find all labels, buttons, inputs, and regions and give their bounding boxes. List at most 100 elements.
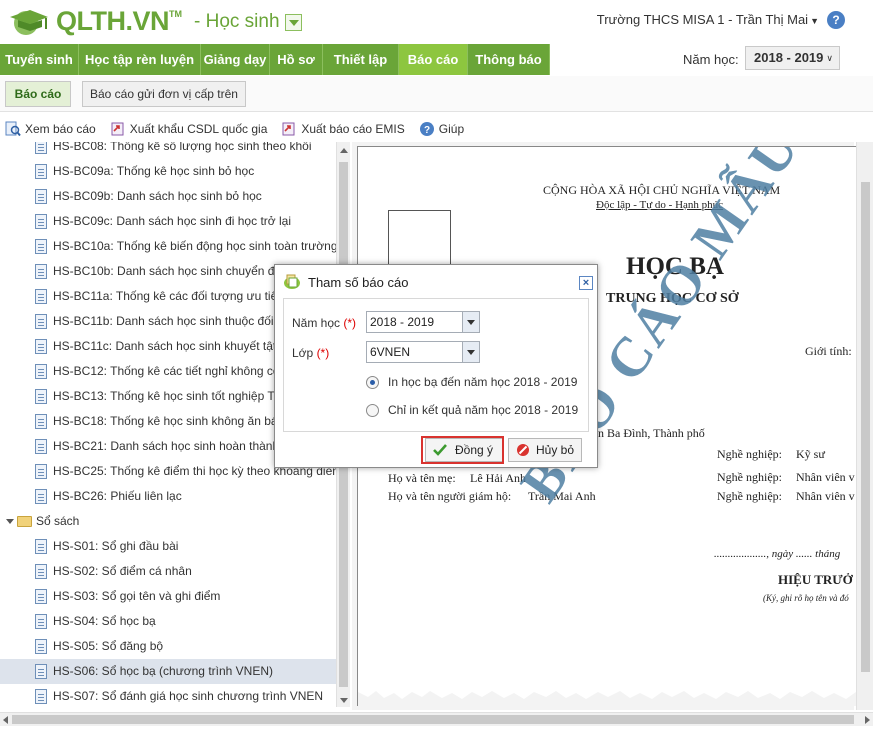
cancel-icon (517, 444, 529, 456)
tree-item[interactable]: HS-S01: Sổ ghi đầu bài (0, 534, 336, 559)
chevron-down-icon[interactable] (462, 312, 479, 332)
tree-item[interactable]: HS-BC09a: Thống kê học sinh bỏ học (0, 159, 336, 184)
logo-trademark: TM (169, 8, 182, 19)
close-icon[interactable]: × (579, 276, 593, 290)
dialog-body: Năm học (*) 2018 - 2019 Lớp (*) 6VNEN In… (283, 298, 589, 432)
torn-edge (358, 691, 873, 706)
tree-item[interactable]: HS-S06: Sổ học bạ (chương trình VNEN) (0, 659, 336, 684)
tree-item[interactable]: HS-BC09c: Danh sách học sinh đi học trở … (0, 209, 336, 234)
preview-scrollbar[interactable] (856, 142, 873, 710)
job-value-3: Nhân viên v (796, 489, 855, 503)
document-icon (35, 539, 47, 554)
tree-folder-label: Sổ sách (36, 514, 80, 528)
year-label: Năm học: (683, 52, 739, 67)
report-toolbar: Xem báo cáo Xuất khẩu CSDL quốc gia Xuất… (0, 116, 873, 142)
scroll-right-icon[interactable] (865, 716, 870, 724)
job-label-1: Nghề nghiệp: (717, 447, 782, 461)
tab-2[interactable]: Giảng dạy (201, 44, 270, 75)
help-button[interactable]: ? Giúp (419, 121, 464, 137)
tree-item-label: HS-BC09b: Danh sách học sinh bỏ học (53, 189, 262, 203)
export-csdl-button[interactable]: Xuất khẩu CSDL quốc gia (110, 121, 267, 137)
chevron-down-icon[interactable] (462, 342, 479, 362)
scroll-up-icon[interactable] (340, 148, 348, 153)
svg-text:?: ? (424, 125, 430, 136)
year-field-label-text: Năm học (292, 316, 341, 330)
tree-item-label: HS-S03: Sổ gọi tên và ghi điểm (53, 589, 221, 603)
tree-item[interactable]: HS-S07: Sổ đánh giá học sinh chương trìn… (0, 684, 336, 707)
gender-label: Giới tính: (805, 344, 852, 358)
document-icon (35, 214, 47, 229)
horizontal-scrollbar[interactable] (0, 712, 873, 726)
ok-button-highlight (421, 436, 504, 464)
tree-folder[interactable]: Sổ sách (0, 509, 336, 534)
year-combo[interactable]: 2018 - 2019 (366, 311, 480, 333)
tree-item-label: HS-BC10a: Thống kê biến động học sinh to… (53, 239, 336, 253)
app-header: QLTH.VN TM - Học sinh Trường THCS MISA 1… (0, 0, 873, 42)
tree-item[interactable]: HS-S04: Sổ học bạ (0, 609, 336, 634)
dialog-title: Tham số báo cáo (308, 275, 409, 290)
send-report-button[interactable]: Báo cáo gửi đơn vị cấp trên (82, 81, 246, 107)
job-value-2: Nhân viên v (796, 470, 855, 484)
document-icon (35, 364, 47, 379)
class-combo[interactable]: 6VNEN (366, 341, 480, 363)
year-select-value: 2018 - 2019 (754, 50, 824, 65)
user-menu[interactable]: Trường THCS MISA 1 - Trần Thị Mai ▼ (597, 12, 819, 27)
class-combo-value: 6VNEN (370, 345, 411, 359)
role-label: - Học sinh (194, 10, 280, 32)
user-name: Trường THCS MISA 1 - Trần Thị Mai (596, 12, 809, 27)
tab-4[interactable]: Thiết lập (323, 44, 399, 75)
export-emis-label: Xuất báo cáo EMIS (301, 122, 405, 136)
tree-item[interactable]: HS-BC26: Phiếu liên lạc (0, 484, 336, 509)
tree-item[interactable]: HS-S05: Sổ đăng bộ (0, 634, 336, 659)
scroll-down-icon[interactable] (340, 698, 348, 703)
tree-item-label: HS-BC09a: Thống kê học sinh bỏ học (53, 164, 255, 178)
tree-item-label: HS-S01: Sổ ghi đầu bài (53, 539, 179, 553)
tree-item[interactable]: HS-BC09b: Danh sách học sinh bỏ học (0, 184, 336, 209)
tree-item-label: HS-BC13: Thống kê học sinh tốt nghiệp TH… (53, 389, 301, 403)
help-icon[interactable]: ? (827, 11, 845, 29)
tree-item[interactable]: HS-S02: Sổ điểm cá nhân (0, 559, 336, 584)
sign-note: (Ký, ghi rõ họ tên và đó (763, 593, 849, 603)
radio-print-to-year[interactable] (366, 376, 379, 389)
cancel-button[interactable]: Hủy bỏ (508, 438, 582, 462)
tree-item[interactable]: HS-BC08: Thống kê số lượng học sinh theo… (0, 142, 336, 159)
document-icon (35, 439, 47, 454)
tab-0[interactable]: Tuyển sinh (0, 44, 79, 75)
logo[interactable]: QLTH.VN TM - Học sinh (6, 6, 302, 37)
class-field-label: Lớp (*) (292, 346, 329, 360)
tree-item[interactable]: HS-BC10a: Thống kê biến động học sinh to… (0, 234, 336, 259)
tab-1[interactable]: Học tập rèn luyện (79, 44, 201, 75)
export-emis-button[interactable]: Xuất báo cáo EMIS (281, 121, 405, 137)
radio-print-year-only[interactable] (366, 404, 379, 417)
tab-6[interactable]: Thông báo (468, 44, 550, 75)
role-dropdown-icon[interactable] (284, 14, 302, 31)
view-report-label: Xem báo cáo (25, 122, 96, 136)
scroll-thumb[interactable] (12, 715, 854, 724)
scroll-left-icon[interactable] (3, 716, 8, 724)
tree-item-label: HS-BC12: Thống kê các tiết nghỉ không có… (53, 364, 310, 378)
guardian-label: Họ và tên người giám hộ: (388, 489, 512, 503)
tab-5[interactable]: Báo cáo (399, 44, 468, 75)
view-report-button[interactable]: Xem báo cáo (5, 121, 96, 137)
date-line: ..................., ngày ...... tháng (714, 548, 841, 560)
dialog-titlebar[interactable]: Tham số báo cáo × (275, 265, 597, 298)
document-icon (35, 164, 47, 179)
principal-title: HIỆU TRƯỞ (778, 572, 853, 587)
tab-3[interactable]: Hồ sơ (270, 44, 323, 75)
year-select[interactable]: 2018 - 2019 ∨ (745, 46, 840, 70)
radio-print-year-only-label[interactable]: Chỉ in kết quả năm học 2018 - 2019 (388, 403, 578, 417)
year-combo-value: 2018 - 2019 (370, 315, 435, 329)
class-field-label-text: Lớp (292, 346, 314, 360)
export-icon (282, 122, 295, 136)
tree-item-label: HS-S02: Sổ điểm cá nhân (53, 564, 192, 578)
radio-print-to-year-label[interactable]: In học bạ đến năm học 2018 - 2019 (388, 375, 577, 389)
tree-item-label: HS-S05: Sổ đăng bộ (53, 639, 164, 653)
document-icon (35, 689, 47, 704)
tree-item[interactable]: HS-S03: Sổ gọi tên và ghi điểm (0, 584, 336, 609)
required-mark: (*) (343, 316, 357, 330)
report-button[interactable]: Báo cáo (5, 81, 71, 107)
document-icon (35, 414, 47, 429)
expand-icon[interactable] (6, 519, 14, 524)
main-nav: Tuyển sinh Học tập rèn luyện Giảng dạy Hồ s… (0, 44, 873, 75)
scroll-thumb[interactable] (861, 182, 870, 672)
